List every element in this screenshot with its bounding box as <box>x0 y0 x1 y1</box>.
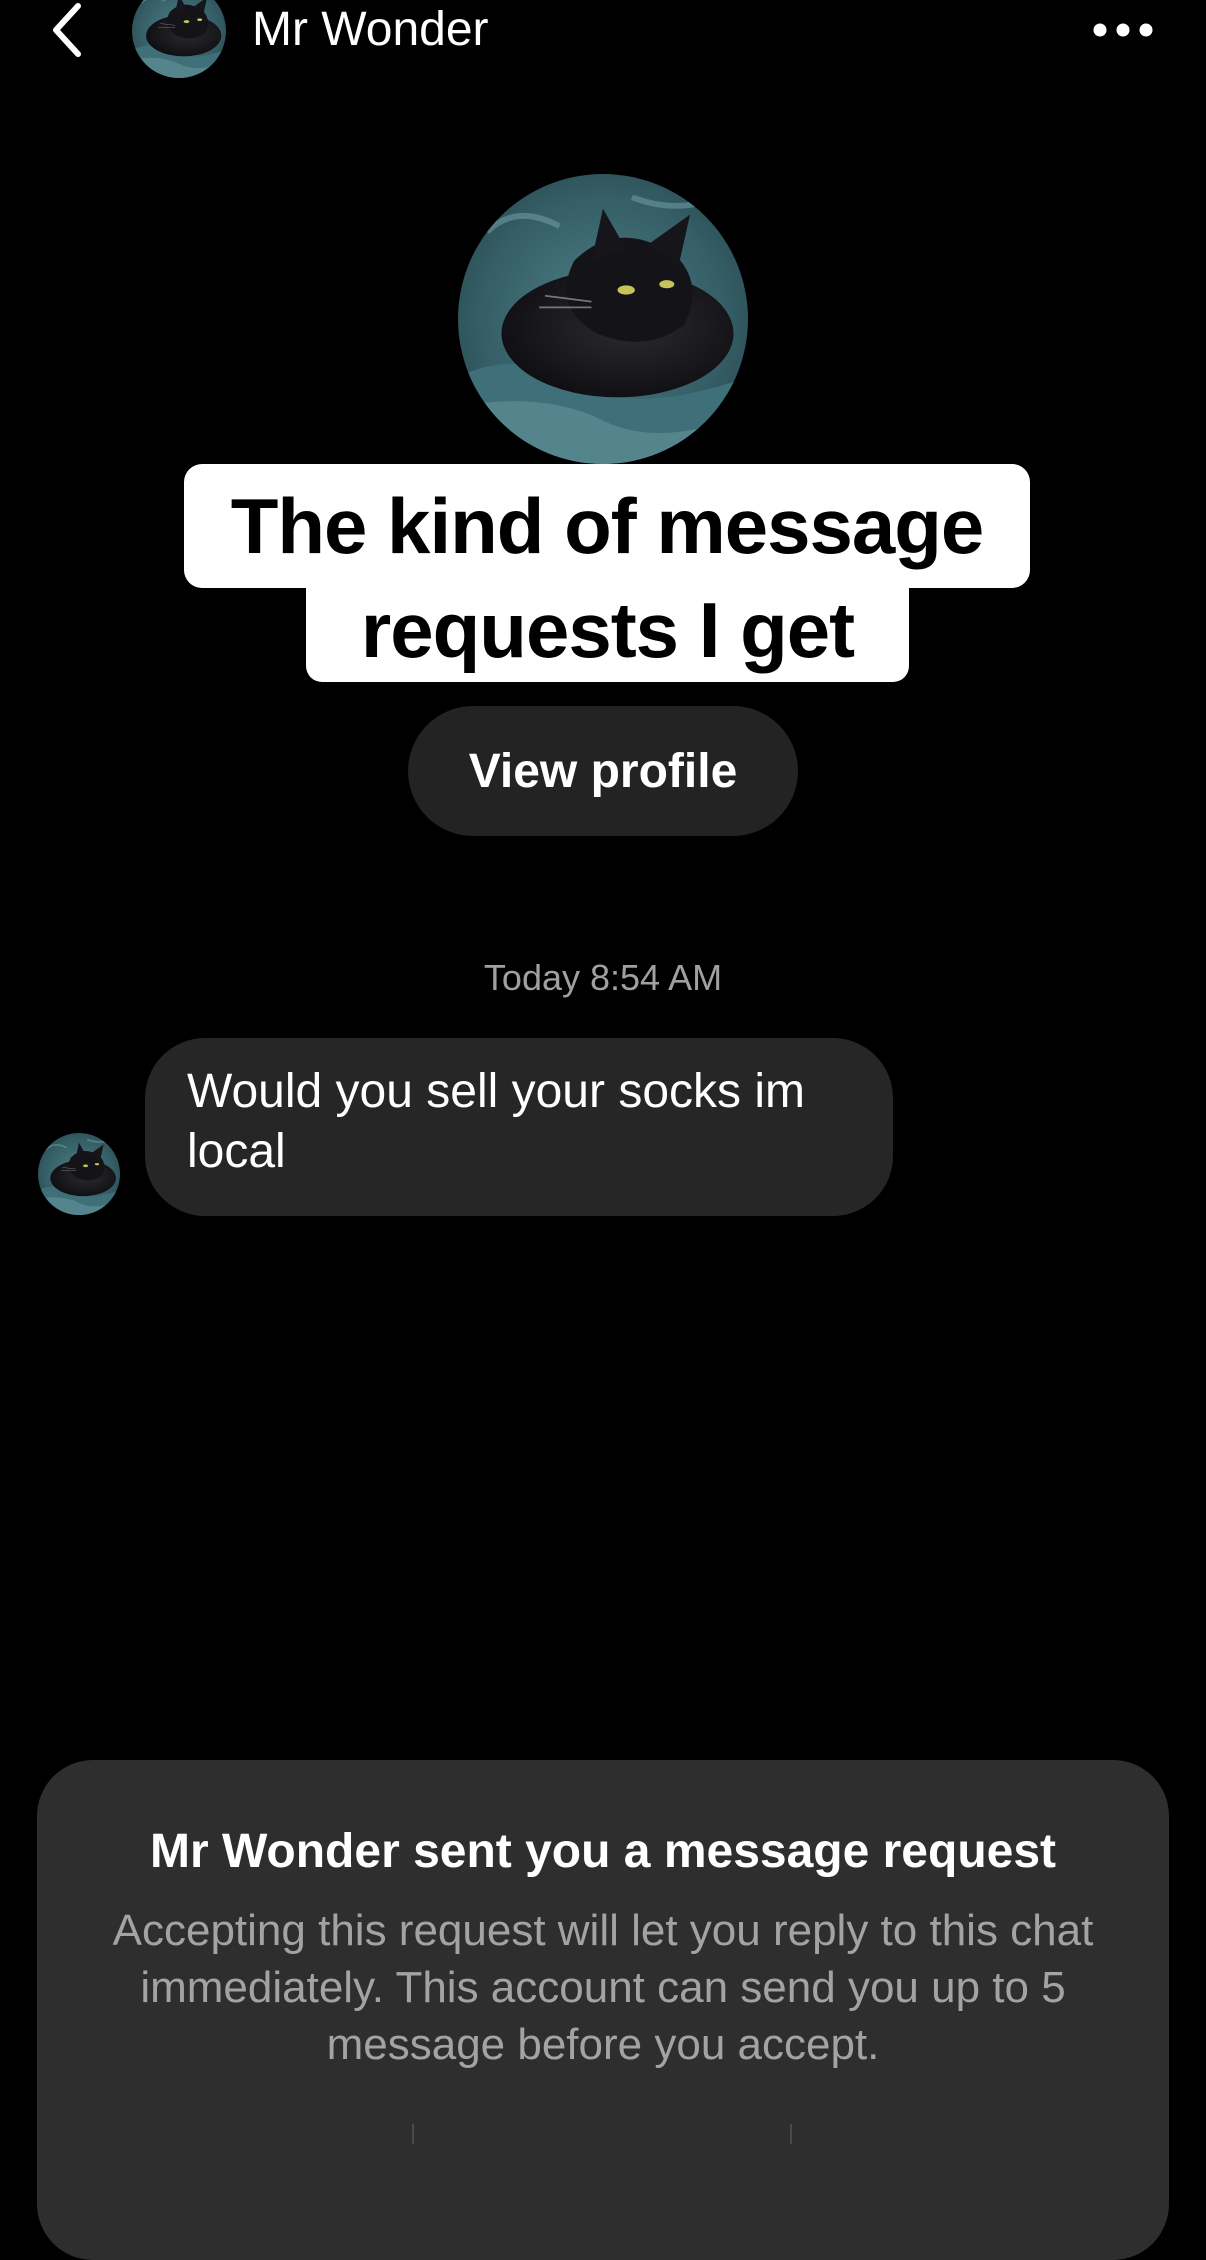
request-title: Mr Wonder sent you a message request <box>149 1825 1057 1878</box>
back-button[interactable] <box>40 0 96 60</box>
message-bubble[interactable]: Would you sell your socks im local <box>145 1038 893 1216</box>
more-horizontal-icon <box>1093 23 1153 37</box>
action-divider <box>412 2124 414 2144</box>
message-text: Would you sell your socks im local <box>187 1065 805 1178</box>
header-avatar[interactable] <box>132 0 226 78</box>
profile-avatar[interactable] <box>458 174 748 464</box>
more-options-button[interactable] <box>1088 10 1158 50</box>
request-description: Accepting this request will let you repl… <box>112 1906 1094 2069</box>
message-timestamp: Today 8:54 AM <box>483 957 723 998</box>
header-contact-name[interactable]: Mr Wonder <box>252 2 489 58</box>
overlay-caption-line-2: requests I get <box>306 578 909 682</box>
chevron-left-icon <box>53 3 81 57</box>
chat-header: Mr Wonder <box>0 0 1206 80</box>
overlay-caption-line-1: The kind of message <box>184 464 1030 588</box>
view-profile-button[interactable]: View profile <box>408 706 798 836</box>
sender-avatar[interactable] <box>38 1133 120 1215</box>
action-divider <box>790 2124 792 2144</box>
